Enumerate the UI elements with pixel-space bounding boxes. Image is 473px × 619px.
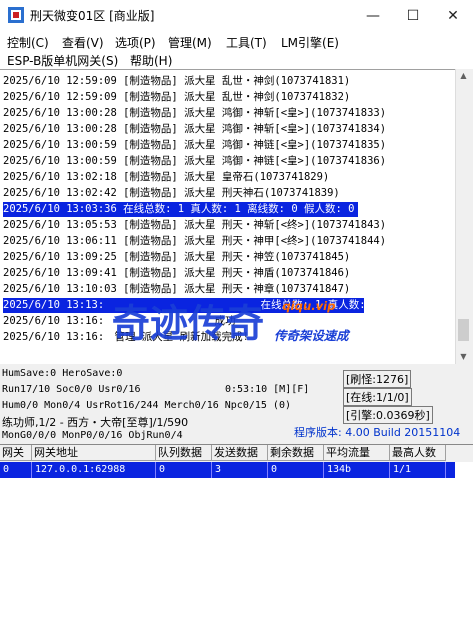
table-row[interactable]: 0 127.0.0.1:62988 0 3 0 134b 1/1 (0, 462, 455, 478)
header-remaining-data[interactable]: 剩余数据 (268, 445, 324, 461)
log-line: 2025/6/10 13:06:11 [制造物品] 派大星 刑天・神甲[<终>]… (3, 235, 387, 247)
log-line: 2025/6/10 13:00:59 [制造物品] 派大星 鸿御・神链[<皇>]… (3, 155, 387, 167)
refresh-monster-text: [刷怪:1276] (343, 370, 412, 388)
log-line: 2025/6/10 12:59:09 [制造物品] 派大星 乱世・神剑(1073… (3, 75, 351, 87)
menu-control[interactable]: 控制(C) (7, 34, 49, 51)
menu-tools[interactable]: 工具(T) (226, 34, 267, 51)
menu-view[interactable]: 查看(V) (62, 34, 104, 51)
cell-remaining-data: 0 (268, 462, 324, 478)
run-text: Run17/10 Soc0/0 Usr0/16 (2, 384, 141, 395)
cell-send-data: 3 (212, 462, 268, 478)
log-line: 2025/6/10 13:02:18 [制造物品] 派大星 皇帝石(107374… (3, 171, 330, 183)
hum-text: Hum0/0 Mon0/4 UsrRot16/244 Merch0/16 Npc… (2, 400, 291, 411)
window-title: 刑天微变01区 [商业版] (30, 9, 155, 23)
log-line: 2025/6/10 13:09:41 [制造物品] 派大星 刑天・神盾(1073… (3, 267, 351, 279)
online-count-text: [在线:1/1/0] (343, 388, 412, 406)
menu-lm-engine[interactable]: LM引擎(E) (281, 34, 339, 51)
status-panel: HumSave:0 HeroSave:0 Run17/10 Soc0/0 Usr… (0, 364, 473, 442)
runtime-text: 0:53:10 [M][F] (225, 384, 310, 395)
log-line: 2025/6/10 13:09:25 [制造物品] 派大星 刑天・神笠(1073… (3, 251, 351, 263)
watermark-main: 奇迹传奇 (112, 302, 264, 346)
close-button[interactable]: ✕ (433, 0, 473, 31)
menu-manage[interactable]: 管理(M) (168, 34, 212, 51)
header-send-data[interactable]: 发送数据 (212, 445, 268, 461)
table-header: 网关 网关地址 队列数据 发送数据 剩余数据 平均流量 最高人数 (0, 445, 473, 462)
menu-esp-gateway[interactable]: ESP-B版单机网关(S) (7, 52, 118, 69)
log-line: 2025/6/10 13:00:28 [制造物品] 派大星 鸿御・神斩[<皇>]… (3, 107, 387, 119)
gateway-table: 网关 网关地址 队列数据 发送数据 剩余数据 平均流量 最高人数 0 127.0… (0, 444, 473, 619)
header-avg-traffic[interactable]: 平均流量 (324, 445, 390, 461)
log-line: 2025/6/10 13:05:53 [制造物品] 派大星 刑天・神斩[<终>]… (3, 219, 387, 231)
minimize-button[interactable]: — (353, 0, 393, 31)
maximize-button[interactable]: ☐ (393, 0, 433, 31)
engine-time-text: [引擎:0.0369秒] (343, 406, 433, 424)
scroll-down-arrow-icon[interactable]: ▼ (456, 350, 471, 364)
version-text: 程序版本: 4.00 Build 20151104 (294, 426, 461, 439)
watermark-logo: 奇迹传奇 传奇架设速成 qiqu.vip (112, 299, 351, 346)
header-queue-data[interactable]: 队列数据 (156, 445, 212, 461)
scroll-up-arrow-icon[interactable]: ▲ (456, 69, 471, 83)
cell-gateway: 0 (0, 462, 32, 478)
log-line-selected: 2025/6/10 13:03:36 在线总数: 1 真人数: 1 离线数: 0… (3, 202, 359, 217)
app-icon (8, 7, 24, 23)
map-text: 练功师,1/2 - 西方・大帝[至尊]/1/590 (2, 416, 189, 429)
header-gateway[interactable]: 网关 (0, 445, 32, 461)
title-bar: 刑天微变01区 [商业版] — ☐ ✕ (0, 0, 473, 31)
mon-text: MonG0/0/0 MonP0/0/16 ObjRun0/4 (2, 430, 183, 441)
header-gateway-address[interactable]: 网关地址 (32, 445, 156, 461)
watermark-url: qiqu.vip (282, 299, 335, 313)
menu-help[interactable]: 帮助(H) (130, 52, 172, 69)
cell-gateway-address: 127.0.0.1:62988 (32, 462, 156, 478)
menu-bar: 控制(C) 查看(V) 选项(P) 管理(M) 工具(T) LM引擎(E) ES… (0, 31, 473, 69)
log-line: 2025/6/10 13:00:59 [制造物品] 派大星 鸿御・神链[<皇>]… (3, 139, 387, 151)
cell-queue-data: 0 (156, 462, 212, 478)
cell-max-users: 1/1 (390, 462, 446, 478)
humsave-text: HumSave:0 HeroSave:0 (2, 368, 123, 379)
log-scrollbar[interactable]: ▲ ▼ (455, 69, 471, 364)
watermark-sub: 传奇架设速成 (274, 328, 351, 343)
log-line: 2025/6/10 13:00:28 [制造物品] 派大星 鸿御・神斩[<皇>]… (3, 123, 387, 135)
menu-options[interactable]: 选项(P) (115, 34, 156, 51)
cell-avg-traffic: 134b (324, 462, 390, 478)
log-line: 2025/6/10 13:02:42 [制造物品] 派大星 刑天神石(10737… (3, 187, 340, 199)
header-max-users[interactable]: 最高人数 (390, 445, 446, 461)
log-panel[interactable]: 2025/6/10 12:59:09 [制造物品] 派大星 乱世・神剑(1073… (0, 69, 470, 365)
scroll-thumb[interactable] (458, 319, 469, 341)
log-line: 2025/6/10 12:59:09 [制造物品] 派大星 乱世・神剑(1073… (3, 91, 351, 103)
